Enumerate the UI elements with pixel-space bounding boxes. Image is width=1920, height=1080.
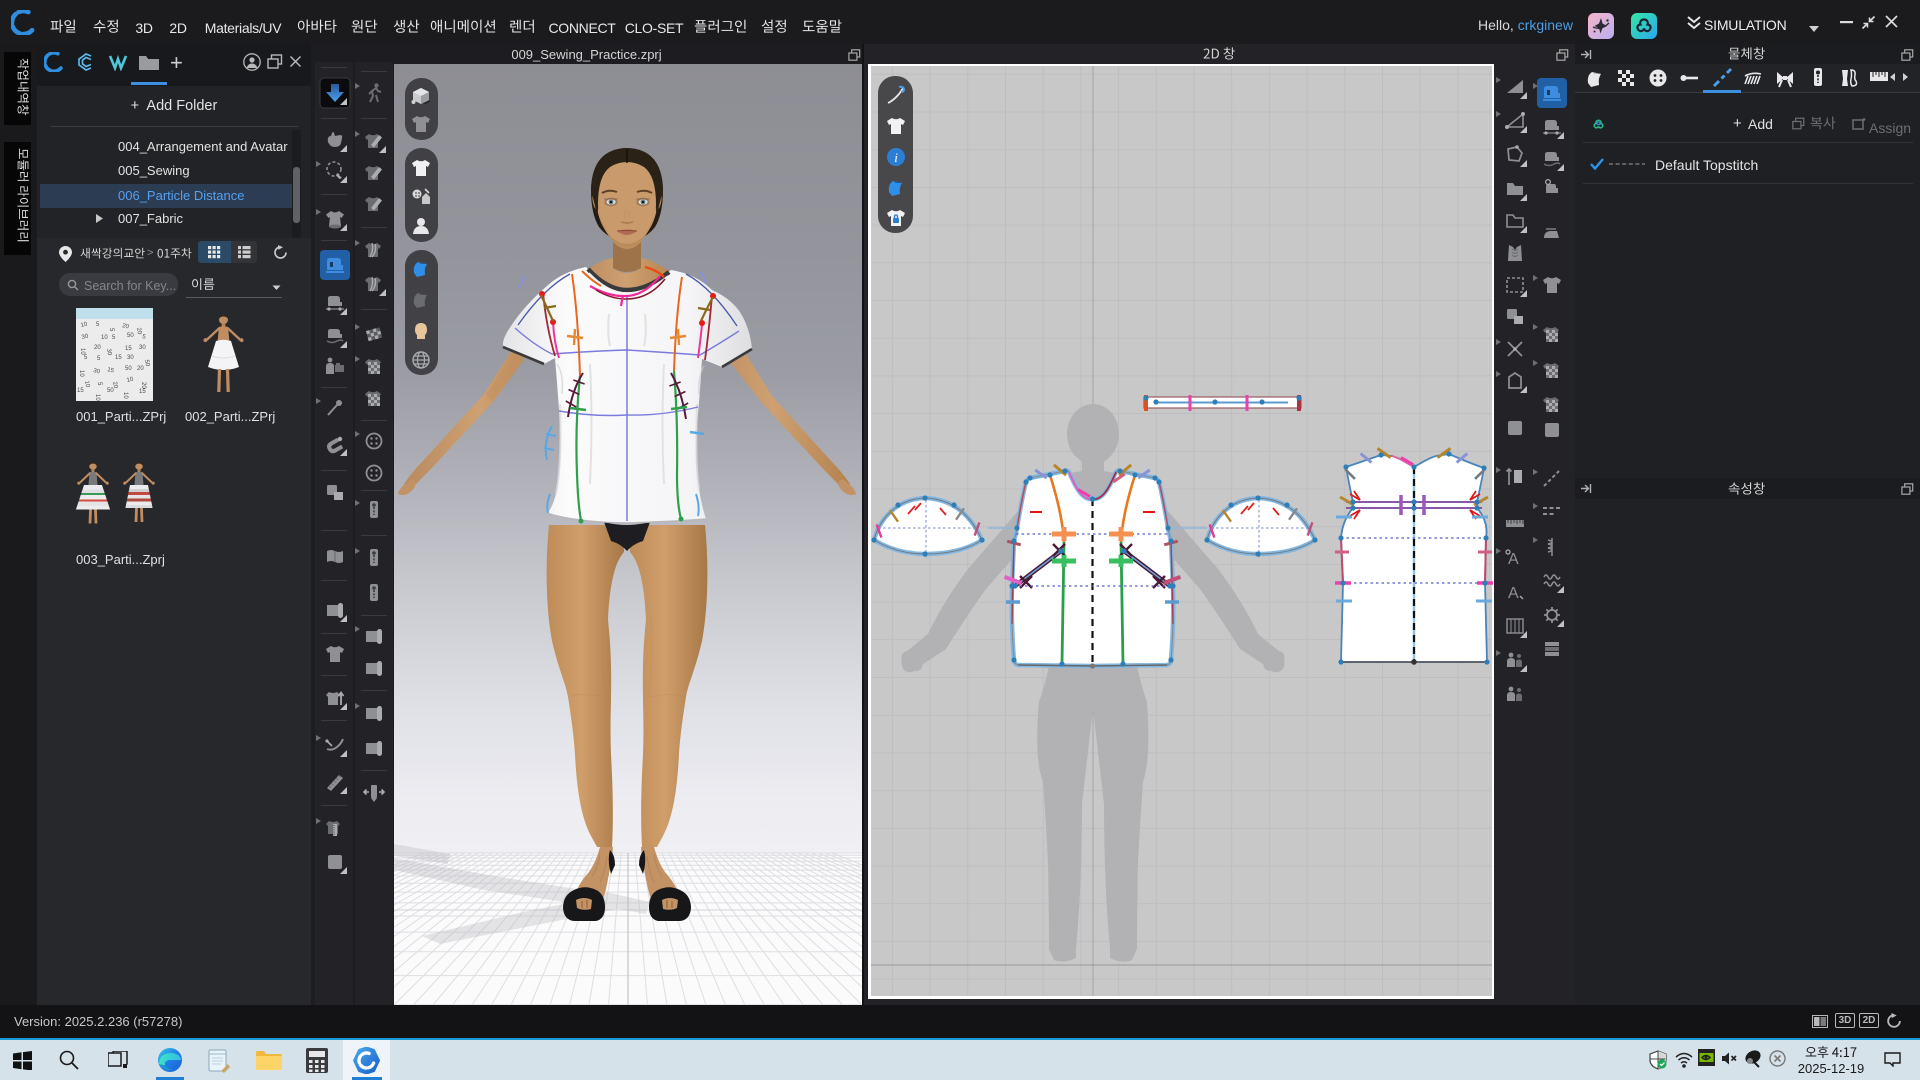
svg-text:10: 10 — [101, 335, 108, 341]
svg-text:15: 15 — [77, 388, 84, 394]
svg-text:20: 20 — [94, 345, 101, 351]
svg-text:20: 20 — [137, 366, 144, 372]
svg-text:15: 15 — [125, 346, 132, 352]
svg-text:30: 30 — [127, 355, 134, 361]
svg-text:i: i — [894, 150, 898, 165]
svg-text:10: 10 — [122, 392, 128, 399]
svg-text:30: 30 — [139, 345, 146, 351]
svg-text:10: 10 — [78, 370, 84, 377]
svg-text:50: 50 — [127, 333, 134, 339]
svg-text:15: 15 — [139, 389, 146, 395]
svg-text:A: A — [1508, 585, 1519, 602]
svg-text:15: 15 — [115, 355, 122, 361]
svg-text:10: 10 — [94, 394, 100, 401]
svg-text:50: 50 — [107, 388, 114, 394]
svg-text:50: 50 — [125, 366, 132, 372]
